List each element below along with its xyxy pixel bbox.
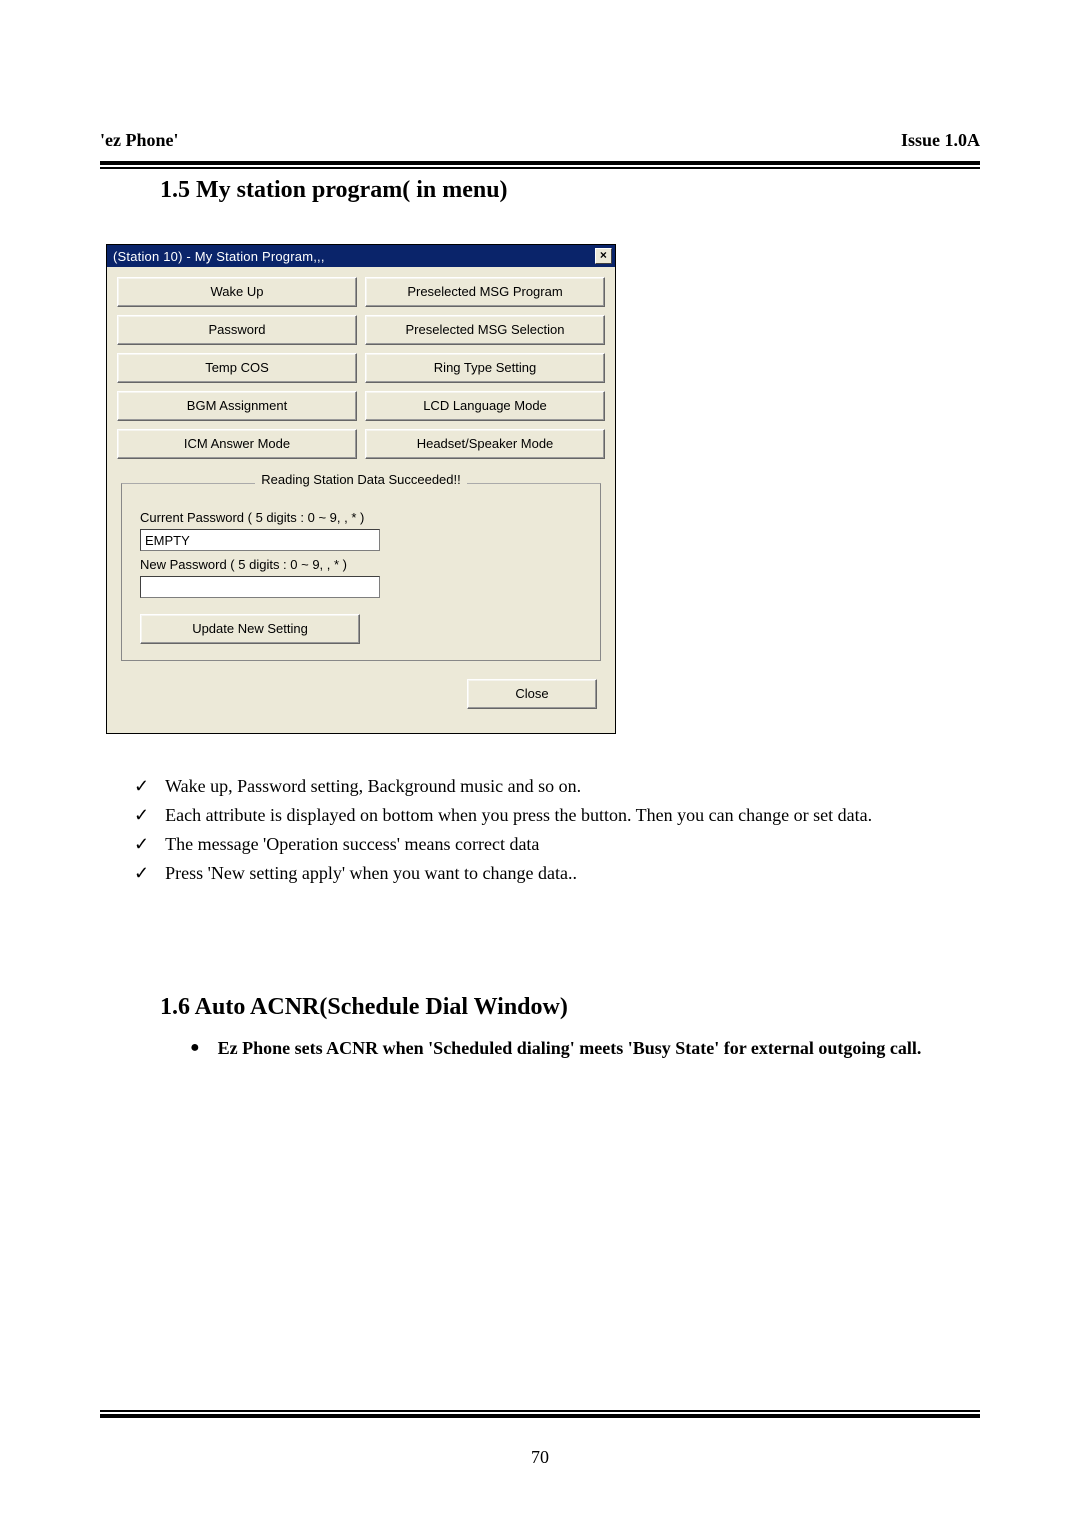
- dialog-titlebar: (Station 10) - My Station Program,,, ×: [107, 245, 615, 267]
- new-password-input[interactable]: [140, 576, 380, 598]
- password-group: Reading Station Data Succeeded!! Current…: [121, 483, 601, 661]
- item-text: The message 'Operation success' means co…: [165, 834, 539, 855]
- bullet-icon: ●: [190, 1033, 200, 1064]
- item-text: Press 'New setting apply' when you want …: [165, 863, 577, 884]
- my-station-program-dialog: (Station 10) - My Station Program,,, × W…: [106, 244, 616, 734]
- close-button[interactable]: Close: [467, 679, 597, 709]
- update-new-setting-button[interactable]: Update New Setting: [140, 614, 360, 644]
- password-button[interactable]: Password: [117, 315, 357, 345]
- group-legend: Reading Station Data Succeeded!!: [255, 472, 466, 487]
- check-icon: ✓: [134, 834, 149, 855]
- preselected-msg-selection-button[interactable]: Preselected MSG Selection: [365, 315, 605, 345]
- preselected-msg-program-button[interactable]: Preselected MSG Program: [365, 277, 605, 307]
- section-1-5-heading: 1.5 My station program( in menu): [160, 177, 980, 204]
- lcd-language-mode-button[interactable]: LCD Language Mode: [365, 391, 605, 421]
- list-item: ✓ The message 'Operation success' means c…: [134, 834, 980, 855]
- headset-speaker-mode-button[interactable]: Headset/Speaker Mode: [365, 429, 605, 459]
- current-password-label: Current Password ( 5 digits : 0 ~ 9, , *…: [140, 510, 582, 525]
- dialog-title: (Station 10) - My Station Program,,,: [113, 249, 325, 264]
- ring-type-setting-button[interactable]: Ring Type Setting: [365, 353, 605, 383]
- current-password-input[interactable]: [140, 529, 380, 551]
- header-left: 'ez Phone': [100, 130, 179, 151]
- item-text: Ez Phone sets ACNR when 'Scheduled diali…: [218, 1033, 970, 1064]
- page-number: 70: [0, 1447, 1080, 1468]
- icm-answer-mode-button[interactable]: ICM Answer Mode: [117, 429, 357, 459]
- new-password-label: New Password ( 5 digits : 0 ~ 9, , * ): [140, 557, 582, 572]
- wake-up-button[interactable]: Wake Up: [117, 277, 357, 307]
- header-right: Issue 1.0A: [901, 130, 980, 151]
- header-rule: [100, 161, 980, 169]
- list-item: ✓ Each attribute is displayed on bottom w…: [134, 805, 980, 826]
- list-item: ✓ Press 'New setting apply' when you want…: [134, 863, 980, 884]
- list-item: ● Ez Phone sets ACNR when 'Scheduled dial…: [190, 1033, 970, 1064]
- list-item: ✓ Wake up, Password setting, Background m…: [134, 776, 980, 797]
- item-text: Wake up, Password setting, Background mu…: [165, 776, 581, 797]
- item-text: Each attribute is displayed on bottom wh…: [165, 805, 872, 826]
- section-1-6-heading: 1.6 Auto ACNR(Schedule Dial Window): [160, 994, 980, 1021]
- check-icon: ✓: [134, 805, 149, 826]
- close-icon[interactable]: ×: [595, 248, 612, 264]
- temp-cos-button[interactable]: Temp COS: [117, 353, 357, 383]
- bgm-assignment-button[interactable]: BGM Assignment: [117, 391, 357, 421]
- check-icon: ✓: [134, 776, 149, 797]
- footer-rule: [100, 1410, 980, 1418]
- check-icon: ✓: [134, 863, 149, 884]
